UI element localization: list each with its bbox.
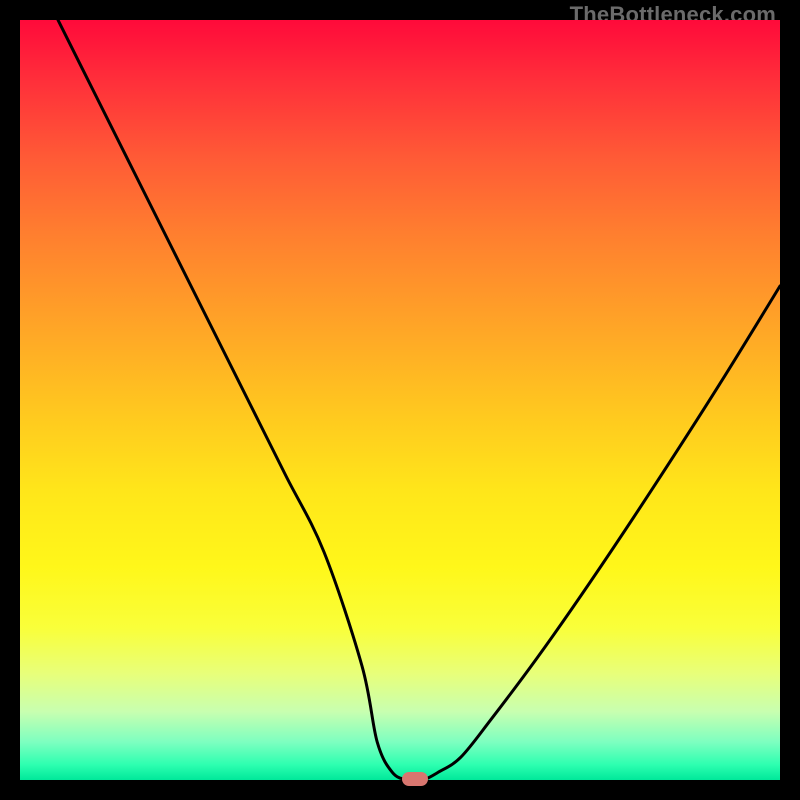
plot-area <box>20 20 780 780</box>
curve-svg <box>20 20 780 780</box>
bottleneck-curve-path <box>58 20 780 780</box>
min-marker <box>402 772 428 786</box>
chart-frame: TheBottleneck.com <box>0 0 800 800</box>
